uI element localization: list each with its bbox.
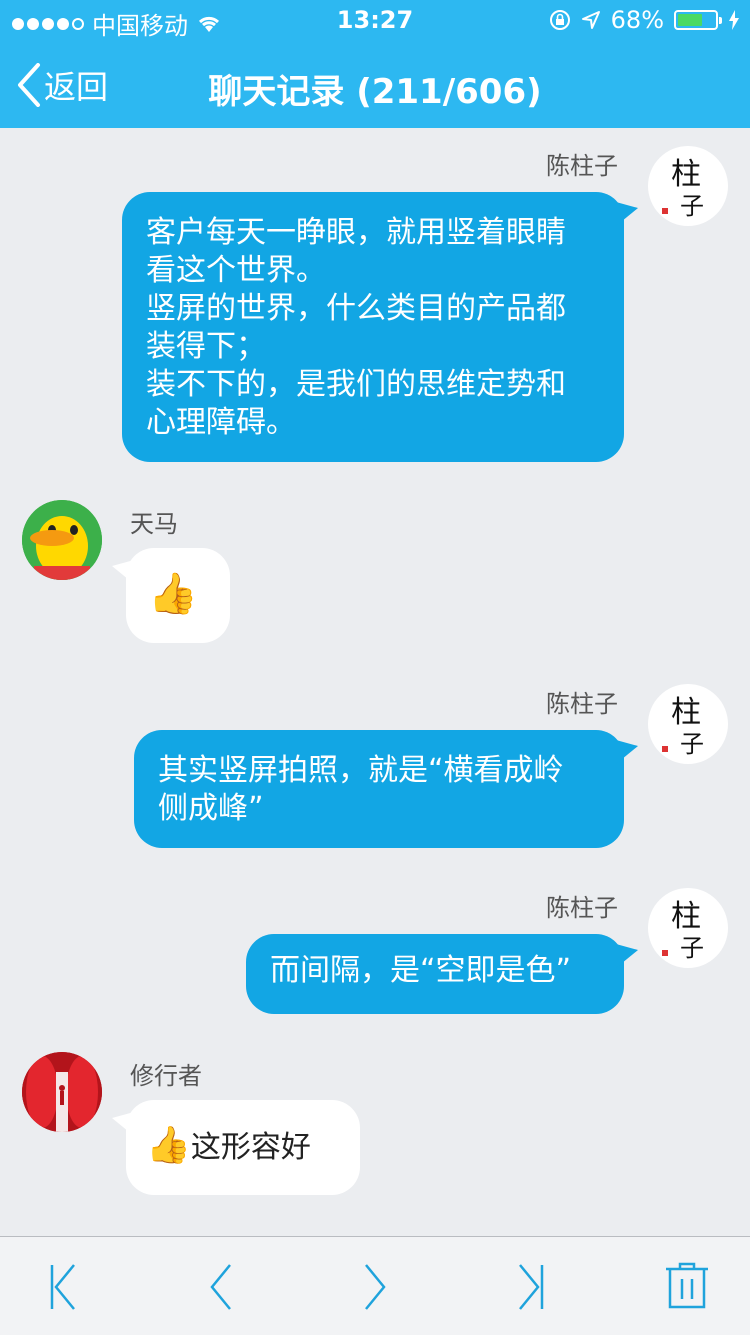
avatar-glyph-top: 柱 — [671, 157, 701, 192]
thumbs-up-icon: 👍 — [148, 571, 198, 617]
sender-name: 陈柱子 — [546, 690, 618, 718]
avatar-glyph-top: 柱 — [671, 899, 701, 934]
avatar-chenzhuzi[interactable]: 柱 子 — [648, 146, 728, 226]
bottom-toolbar — [0, 1236, 750, 1335]
battery-icon — [674, 10, 722, 30]
sender-name: 陈柱子 — [546, 152, 618, 180]
calligraphy-avatar-icon: 柱 子 — [662, 157, 704, 220]
last-page-button[interactable] — [516, 1263, 546, 1315]
status-bar: 中国移动 13:27 68% — [0, 0, 750, 40]
message-bubble[interactable]: 而间隔，是“空即是色” — [246, 934, 638, 1014]
message-line: 侧成峰” — [158, 791, 264, 826]
message-bubble[interactable]: 客户每天一睁眼，就用竖着眼睛 看这个世界。 竖屏的世界，什么类目的产品都 装得下… — [122, 192, 638, 462]
message-line: 装不下的，是我们的思维定势和 — [146, 367, 566, 402]
message-line: 其实竖屏拍照，就是“横看成岭 — [158, 753, 564, 788]
message-line: 心理障碍。 — [146, 405, 296, 440]
sender-name: 天马 — [130, 510, 178, 538]
delete-button[interactable] — [664, 1261, 710, 1315]
battery-percent: 68% — [610, 6, 664, 34]
trash-icon — [666, 1262, 708, 1309]
rotation-lock-icon — [549, 10, 570, 30]
battery-level-fill — [678, 14, 703, 26]
avatar-glyph-bottom: 子 — [680, 192, 704, 220]
avatar-chenzhuzi[interactable]: 柱 子 — [648, 888, 728, 968]
thumbs-up-icon: 👍 — [146, 1125, 191, 1166]
header: 中国移动 13:27 68% 返回 聊天记录 (211/606) — [0, 0, 750, 128]
avatar-xiuxingzhe[interactable] — [22, 1052, 102, 1132]
skip-last-icon — [519, 1264, 544, 1310]
message-line: 而间隔，是“空即是色” — [270, 953, 572, 988]
previous-page-button[interactable] — [206, 1263, 236, 1315]
message-line: 竖屏的世界，什么类目的产品都 — [146, 291, 566, 326]
skip-first-icon — [50, 1264, 75, 1310]
sender-name: 修行者 — [130, 1062, 202, 1090]
first-page-button[interactable] — [48, 1263, 78, 1315]
avatar-glyph-bottom: 子 — [680, 730, 704, 758]
sender-name: 陈柱子 — [546, 894, 618, 922]
message-bubble[interactable]: 其实竖屏拍照，就是“横看成岭 侧成峰” — [134, 730, 638, 848]
message-line: 客户每天一睁眼，就用竖着眼睛 — [146, 215, 566, 250]
avatar-glyph-top: 柱 — [671, 695, 701, 730]
avatar-chenzhuzi[interactable]: 柱 子 — [648, 684, 728, 764]
next-page-button[interactable] — [360, 1263, 390, 1315]
red-heels-avatar-icon — [22, 1052, 102, 1132]
location-icon — [581, 11, 600, 29]
message-bubble[interactable]: 👍这形容好 — [112, 1100, 360, 1195]
message-bubble[interactable]: 👍 — [112, 548, 230, 643]
avatar-glyph-bottom: 子 — [680, 934, 704, 962]
charging-icon — [729, 10, 739, 30]
page-title: 聊天记录 (211/606) — [208, 72, 542, 112]
avatar-tianma[interactable] — [22, 500, 102, 580]
chevron-right-icon — [365, 1264, 386, 1310]
duck-avatar-icon — [22, 500, 102, 580]
message-line: 看这个世界。 — [146, 253, 326, 288]
message-line: 装得下； — [146, 329, 266, 364]
message-text: 这形容好 — [190, 1130, 311, 1165]
calligraphy-avatar-icon: 柱 子 — [662, 695, 704, 758]
chevron-left-icon — [210, 1264, 231, 1310]
calligraphy-avatar-icon: 柱 子 — [662, 899, 704, 962]
